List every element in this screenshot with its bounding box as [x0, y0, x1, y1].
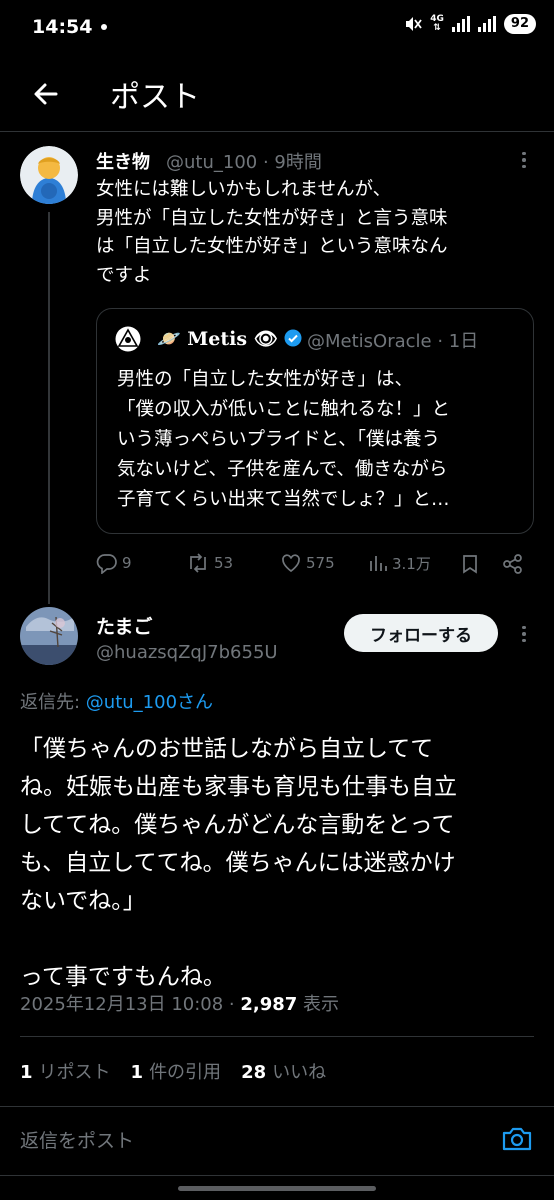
signal-icon-2 — [477, 16, 496, 32]
mute-icon — [406, 17, 422, 31]
author-handle[interactable]: @huazsqZqJ7b655U — [96, 642, 278, 663]
verified-badge-icon — [284, 329, 302, 347]
more-options-icon[interactable] — [514, 150, 534, 170]
tweet-date[interactable]: 2025年12月13日 10:08 · — [20, 994, 240, 1015]
engagement-stats: 1 リポスト 1 件の引用 28 いいね — [20, 1058, 326, 1084]
more-options-icon[interactable] — [514, 624, 534, 644]
tweet-text: 女性には難しいかもしれませんが、 男性が「自立した女性が好き」と言う意味 は「自… — [96, 179, 448, 286]
views-icon — [370, 556, 387, 571]
network-type: 4G ⇅ — [430, 14, 444, 33]
author-name[interactable]: 生き物 — [96, 148, 150, 174]
repost-icon — [190, 553, 206, 573]
quote-text: 男性の「自立した女性が好き」は、 「僕の収入が低いことに触れるな！」と いう薄っ… — [117, 369, 451, 510]
reply-to-prefix: 返信先: — [20, 692, 86, 713]
header: ポスト — [0, 58, 554, 130]
clock: 14:54 — [32, 16, 93, 38]
notification-dot-icon — [101, 24, 107, 30]
author-handle-time[interactable]: @utu_100 · 9時間 — [166, 148, 322, 174]
signal-icon — [451, 16, 470, 32]
share-icon[interactable] — [502, 553, 524, 575]
like-action[interactable]: 575 — [280, 552, 335, 574]
follow-button[interactable]: フォローする — [344, 614, 498, 652]
status-bar: 14:54 4G ⇅ 92 — [0, 0, 554, 56]
quoted-tweet[interactable]: 🪐 Metis 👁 @MetisOracle · 1日 男性の「自立した女性が好… — [96, 308, 534, 534]
tweet-meta: 2025年12月13日 10:08 · 2,987 表示 — [20, 990, 339, 1016]
reply-icon — [96, 554, 117, 574]
battery-badge: 92 — [503, 14, 536, 34]
repost-action[interactable]: 53 — [186, 552, 233, 574]
back-arrow-icon[interactable] — [28, 76, 64, 112]
views-action[interactable]: 3.1万 — [368, 552, 431, 574]
divider — [0, 1106, 554, 1107]
heart-icon — [282, 554, 300, 573]
likes-stat[interactable]: 28 いいね — [241, 1058, 326, 1084]
page-title: ポスト — [110, 80, 200, 115]
reply-to-line: 返信先: @utu_100さん — [20, 688, 213, 714]
tweet-text: 「僕ちゃんのお世話しながら自立してて ね。妊娠も出産も家事も育児も仕事も自立 し… — [20, 736, 457, 990]
views-label: 表示 — [297, 994, 340, 1015]
bookmark-icon[interactable] — [460, 553, 480, 575]
quotes-stat[interactable]: 1 件の引用 — [131, 1058, 222, 1084]
quote-author-name: 🪐 Metis 👁 — [157, 327, 302, 350]
system-icons: 4G ⇅ 92 — [404, 14, 536, 34]
reply-input[interactable]: 返信をポスト — [20, 1126, 134, 1153]
thread-line — [48, 212, 50, 604]
avatar[interactable] — [20, 146, 78, 204]
views-count: 2,987 — [240, 994, 298, 1015]
reply-to-user-link[interactable]: @utu_100さん — [86, 692, 213, 713]
author-name[interactable]: たまご — [96, 612, 152, 639]
reply-action[interactable]: 9 — [96, 552, 132, 574]
divider — [0, 1175, 554, 1176]
quote-handle-time: @MetisOracle · 1日 — [307, 331, 479, 352]
camera-icon[interactable] — [500, 1122, 534, 1156]
avatar[interactable] — [20, 607, 78, 665]
home-indicator[interactable] — [178, 1186, 376, 1191]
reposts-stat[interactable]: 1 リポスト — [20, 1058, 111, 1084]
divider — [20, 1036, 534, 1037]
divider — [0, 131, 554, 132]
quote-avatar — [115, 326, 141, 352]
